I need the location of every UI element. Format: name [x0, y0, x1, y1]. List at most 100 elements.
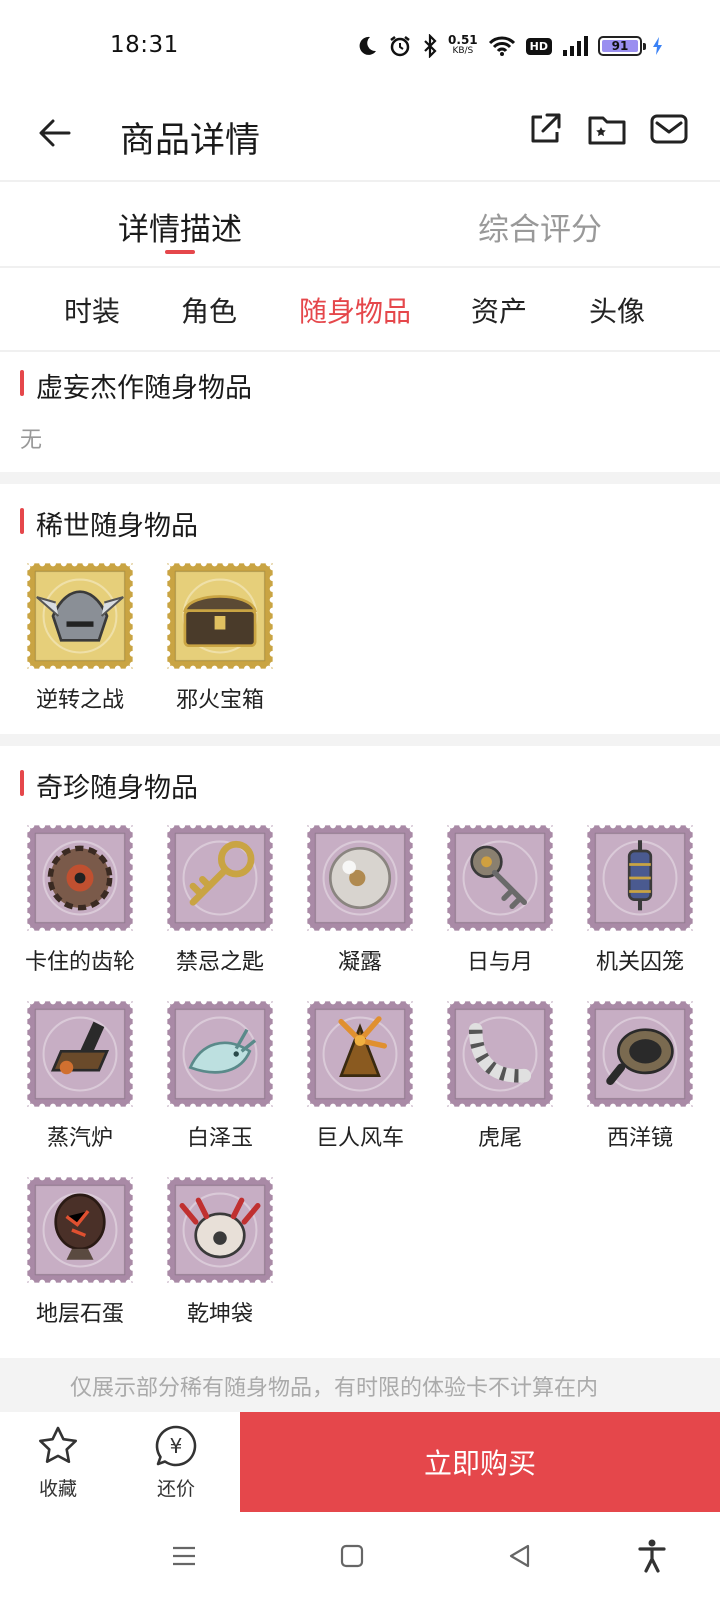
item-name: 蒸汽炉	[46, 1126, 113, 1151]
accessibility-button[interactable]	[632, 1536, 672, 1576]
subtabs-divider	[0, 350, 720, 352]
item-name: 西洋镜	[606, 1126, 673, 1151]
status-bar: 18:31 0.51 KB/S HD 91	[0, 0, 720, 90]
item-stamp-frame	[164, 998, 276, 1110]
item-name: 乾坤袋	[186, 1302, 253, 1327]
item-card[interactable]: 蒸汽炉	[10, 994, 150, 1160]
item-card[interactable]: 乾坤袋	[150, 1170, 290, 1336]
tab-details[interactable]: 详情描述	[0, 182, 360, 266]
bluetooth-icon	[424, 34, 437, 58]
sun-moon-key-icon	[444, 822, 556, 934]
buy-now-button[interactable]: 立即购买	[240, 1412, 720, 1512]
header-bar: 商品详情	[0, 90, 720, 180]
back-triangle-icon	[509, 1544, 530, 1568]
item-card[interactable]: 卡住的齿轮	[10, 818, 150, 984]
home-square-icon	[340, 1544, 364, 1568]
bargain-label: 还价	[156, 1478, 195, 1500]
menu-nav-button[interactable]	[164, 1536, 204, 1576]
item-card[interactable]: 凝露	[290, 818, 430, 984]
item-stamp-frame	[444, 998, 556, 1110]
back-button[interactable]	[30, 108, 80, 158]
item-card[interactable]: 机关囚笼	[570, 818, 710, 984]
back-nav-button[interactable]	[500, 1536, 540, 1576]
item-name: 巨人风车	[315, 1126, 404, 1151]
section-separator	[0, 734, 720, 746]
item-stamp-frame	[584, 822, 696, 934]
system-navigation-bar	[0, 1512, 720, 1600]
category-tabs: 时装 角色 随身物品 资产 头像	[0, 268, 720, 352]
item-stamp-frame	[304, 822, 416, 934]
tiger-tail-icon	[444, 998, 556, 1110]
item-card[interactable]: 禁忌之匙	[150, 818, 290, 984]
subtab-assets[interactable]: 资产	[471, 290, 527, 330]
item-name: 虎尾	[477, 1126, 522, 1151]
winged-helmet-icon	[24, 560, 136, 672]
bargain-button[interactable]: ¥ 还价	[136, 1424, 216, 1501]
item-stamp-frame	[24, 1174, 136, 1286]
subtab-outfits[interactable]: 时装	[64, 290, 120, 330]
item-card[interactable]: 巨人风车	[290, 994, 430, 1160]
item-name: 禁忌之匙	[175, 950, 264, 975]
share-icon	[531, 113, 561, 143]
net-speed-unit: KB/S	[452, 46, 474, 56]
item-name: 卡住的齿轮	[24, 950, 135, 975]
item-stamp-frame	[304, 998, 416, 1110]
bottom-action-bar: 收藏 ¥ 还价 立即购买	[0, 1412, 720, 1512]
moon-icon	[359, 36, 377, 55]
net-speed-value: 0.51	[448, 33, 478, 47]
header-actions	[524, 108, 690, 150]
item-stamp-frame	[444, 822, 556, 934]
item-stamp-frame	[24, 998, 136, 1110]
charging-icon	[653, 37, 662, 55]
star-icon	[39, 1426, 77, 1463]
note-text: 仅展示部分稀有随身物品，有时限的体验卡不计算在内	[70, 1376, 599, 1401]
item-name: 白泽玉	[186, 1126, 253, 1151]
hd-badge: HD	[525, 37, 552, 55]
subtab-characters[interactable]: 角色	[181, 290, 237, 330]
steam-furnace-icon	[24, 998, 136, 1110]
page-title: 商品详情	[120, 121, 261, 161]
main-tabs: 详情描述 综合评分	[0, 182, 720, 266]
subtab-accessories[interactable]: 随身物品	[299, 290, 411, 330]
item-stamp-frame	[24, 560, 136, 672]
rare-items-grid: 逆转之战 邪火宝箱	[10, 556, 710, 722]
stone-egg-icon	[24, 1174, 136, 1286]
menu-icon	[173, 1546, 195, 1566]
jade-beast-icon	[164, 998, 276, 1110]
item-card[interactable]: 地层石蛋	[10, 1170, 150, 1336]
magic-bag-icon	[164, 1174, 276, 1286]
status-time: 18:31	[110, 32, 179, 58]
home-nav-button[interactable]	[332, 1536, 372, 1576]
share-button[interactable]	[524, 108, 566, 150]
item-card[interactable]: 逆转之战	[10, 556, 150, 722]
item-stamp-frame	[164, 822, 276, 934]
item-stamp-frame	[164, 560, 276, 672]
subtab-avatars[interactable]: 头像	[589, 290, 645, 330]
windmill-icon	[304, 998, 416, 1110]
network-speed: 0.51 KB/S	[448, 33, 478, 57]
item-card[interactable]: 日与月	[430, 818, 570, 984]
folder-star-icon	[588, 116, 626, 145]
collection-folder-button[interactable]	[586, 108, 628, 150]
dew-pearl-icon	[304, 822, 416, 934]
item-card[interactable]: 白泽玉	[150, 994, 290, 1160]
battery-level: 91	[602, 39, 638, 53]
alarm-icon	[390, 36, 410, 57]
message-button[interactable]	[648, 108, 690, 150]
favorite-label: 收藏	[38, 1478, 77, 1500]
item-card[interactable]: 邪火宝箱	[150, 556, 290, 722]
cage-lantern-icon	[584, 822, 696, 934]
item-name: 日与月	[466, 950, 533, 975]
section-title-exotic: 奇珍随身物品	[20, 766, 198, 805]
status-icons: 0.51 KB/S HD 91	[356, 30, 664, 62]
yen-symbol: ¥	[170, 1434, 183, 1458]
bargain-icon: ¥	[155, 1425, 197, 1467]
item-stamp-frame	[164, 1174, 276, 1286]
accessibility-icon	[638, 1539, 666, 1573]
golden-key-icon	[164, 822, 276, 934]
favorite-button[interactable]: 收藏	[18, 1424, 98, 1501]
mail-icon	[650, 114, 688, 144]
item-card[interactable]: 虎尾	[430, 994, 570, 1160]
tab-rating[interactable]: 综合评分	[360, 182, 720, 266]
item-card[interactable]: 西洋镜	[570, 994, 710, 1160]
